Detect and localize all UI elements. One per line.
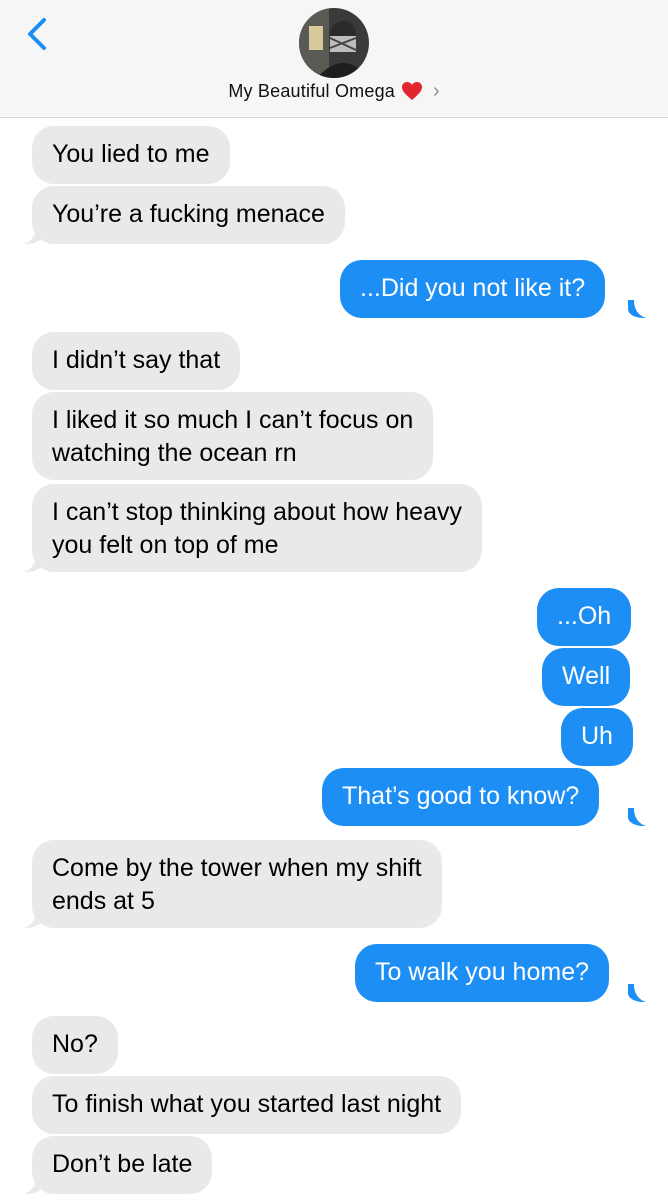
contact-name-row[interactable]: My Beautiful Omega › [0,78,668,104]
message-text: ...Oh [557,602,612,630]
message-text: Well [562,662,611,690]
conversation-header: My Beautiful Omega › [0,0,668,118]
message-bubble-sent[interactable]: To walk you home? [355,944,610,1002]
bubble-tail [628,300,646,318]
message-bubble-received[interactable]: I liked it so much I can’t focus on watc… [32,392,434,480]
message-bubble-sent[interactable]: ...Did you not like it? [340,260,606,318]
message-bubble-sent[interactable]: Uh [561,708,633,766]
message-text: That’s good to know? [342,782,580,810]
chevron-left-icon [28,18,46,50]
message-text: I can’t stop thinking about how heavy yo… [52,498,462,559]
message-bubble-received[interactable]: You lied to me [32,126,230,184]
message-text: Don’t be late [52,1150,193,1178]
message-bubble-sent[interactable]: ...Oh [537,588,632,646]
bubble-tail [24,910,42,928]
message-bubble-received[interactable]: You’re a fucking menace [32,186,345,244]
bubble-tail [24,226,42,244]
message-text: I liked it so much I can’t focus on watc… [52,406,414,467]
message-text: To finish what you started last night [52,1090,442,1118]
message-text: Come by the tower when my shift ends at … [52,854,422,915]
contact-avatar[interactable] [299,8,369,78]
heart-emoji [401,81,423,101]
message-text: To walk you home? [375,958,590,986]
message-bubble-sent[interactable]: Well [542,648,631,706]
message-bubble-received[interactable]: Don’t be late [32,1136,213,1194]
contact-name: My Beautiful Omega [228,80,395,101]
message-text: I didn’t say that [52,346,221,374]
message-bubble-received[interactable]: To finish what you started last night [32,1076,462,1134]
chevron-right-icon: › [433,79,440,102]
bubble-tail [24,1176,42,1194]
bubble-tail [628,984,646,1002]
message-bubble-received[interactable]: I can’t stop thinking about how heavy yo… [32,484,482,572]
bubble-tail [628,808,646,826]
message-bubble-received[interactable]: No? [32,1016,118,1074]
back-button[interactable] [22,14,56,54]
message-text: You’re a fucking menace [52,200,325,228]
message-text: ...Did you not like it? [360,274,586,302]
message-text: You lied to me [52,140,210,168]
bubble-tail [24,554,42,572]
message-bubble-received[interactable]: I didn’t say that [32,332,241,390]
message-bubble-sent[interactable]: That’s good to know? [322,768,600,826]
message-text: Uh [581,722,613,750]
message-text: No? [52,1030,98,1058]
message-bubble-received[interactable]: Come by the tower when my shift ends at … [32,840,442,928]
